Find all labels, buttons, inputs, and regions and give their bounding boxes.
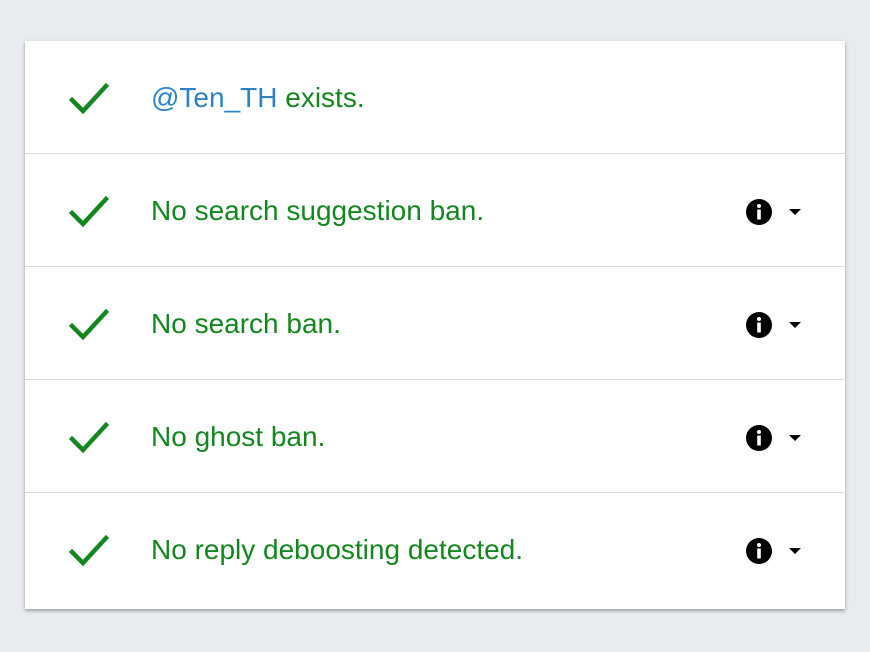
info-icon[interactable] xyxy=(745,537,773,565)
result-row-reply-deboosting: No reply deboosting detected. xyxy=(25,493,845,608)
result-text-exists: @Ten_TH exists. xyxy=(151,41,365,154)
details-toggle[interactable] xyxy=(745,305,815,345)
caret-down-icon[interactable] xyxy=(785,428,805,448)
info-icon[interactable] xyxy=(745,311,773,339)
caret-down-icon[interactable] xyxy=(785,202,805,222)
result-row-exists: @Ten_TH exists. xyxy=(25,41,845,154)
result-text: No search ban. xyxy=(151,308,341,339)
exists-suffix: exists. xyxy=(277,82,365,113)
check-icon xyxy=(69,534,109,567)
result-text: No reply deboosting detected. xyxy=(151,534,524,565)
result-row-search-suggestion-ban: No search suggestion ban. xyxy=(25,154,845,267)
details-toggle[interactable] xyxy=(745,192,815,232)
results-card: @Ten_TH exists. No search suggestion ban… xyxy=(25,41,845,609)
result-text: No ghost ban. xyxy=(151,421,326,452)
details-toggle[interactable] xyxy=(745,418,815,458)
user-handle-link[interactable]: @Ten_TH xyxy=(151,82,277,113)
check-icon xyxy=(69,195,109,228)
result-text: No search suggestion ban. xyxy=(151,195,485,226)
check-icon xyxy=(69,82,109,115)
check-icon xyxy=(69,308,109,341)
info-icon[interactable] xyxy=(745,424,773,452)
check-icon xyxy=(69,421,109,454)
result-row-ghost-ban: No ghost ban. xyxy=(25,380,845,493)
details-toggle[interactable] xyxy=(745,531,815,571)
result-row-search-ban: No search ban. xyxy=(25,267,845,380)
info-icon[interactable] xyxy=(745,198,773,226)
caret-down-icon[interactable] xyxy=(785,541,805,561)
caret-down-icon[interactable] xyxy=(785,315,805,335)
